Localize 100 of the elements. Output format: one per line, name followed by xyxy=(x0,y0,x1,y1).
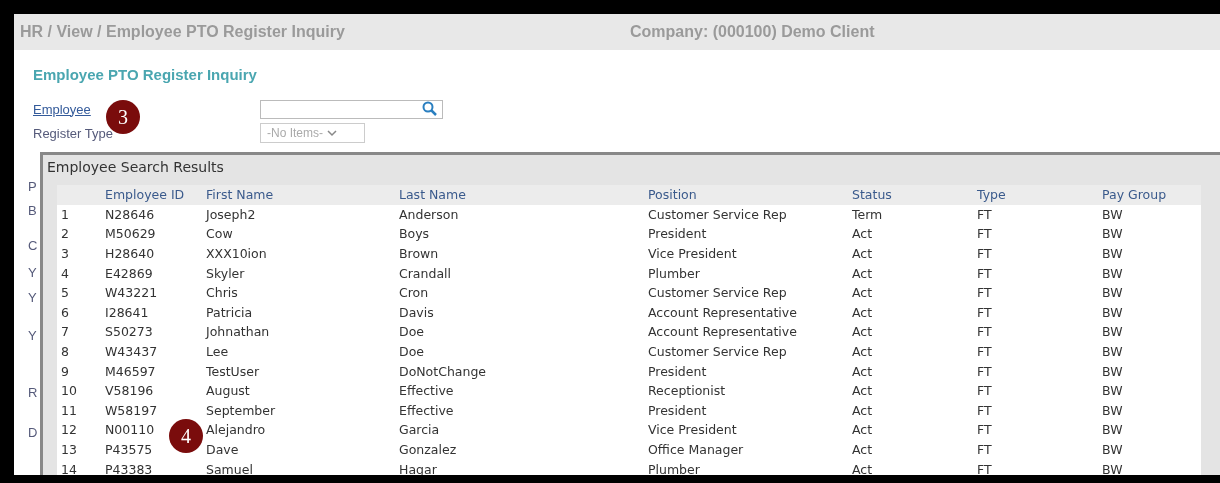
table-cell: FT xyxy=(977,442,992,457)
table-cell: Joseph2 xyxy=(206,206,256,222)
table-cell: W43221 xyxy=(105,285,158,301)
table-cell: FT xyxy=(977,265,992,281)
table-cell: N28646 xyxy=(105,206,155,222)
field-label: P xyxy=(28,179,37,194)
table-cell: Vice President xyxy=(648,246,737,262)
table-cell: August xyxy=(206,383,250,399)
table-cell: Cow xyxy=(206,226,233,242)
column-header[interactable]: Pay Group xyxy=(1102,187,1167,203)
table-cell: Effective xyxy=(399,402,454,418)
table-cell: DoNotChange xyxy=(399,363,487,379)
table-cell: Alejandro xyxy=(206,422,266,438)
table-cell: President xyxy=(648,402,707,418)
table-cell: Davis xyxy=(399,304,434,320)
table-cell: Act xyxy=(852,383,873,399)
table-cell: Skyler xyxy=(206,265,245,281)
table-cell: FT xyxy=(977,344,992,360)
table-cell: Term xyxy=(852,206,883,222)
table-cell: Gonzalez xyxy=(399,442,457,457)
table-cell: BW xyxy=(1102,422,1123,438)
table-cell: Act xyxy=(852,304,873,320)
field-label: Y xyxy=(28,328,37,343)
table-cell: Act xyxy=(852,285,873,301)
table-cell: Cron xyxy=(399,285,429,301)
table-cell: Act xyxy=(852,422,873,438)
table-cell: Garcia xyxy=(399,422,440,438)
table-cell: 4 xyxy=(61,265,69,281)
table-cell: Customer Service Rep xyxy=(648,206,787,222)
table-cell: Office Manager xyxy=(648,442,744,457)
table-cell: BW xyxy=(1102,265,1123,281)
table-cell: President xyxy=(648,363,707,379)
column-header[interactable]: Employee ID xyxy=(105,187,185,203)
table-cell: 8 xyxy=(61,344,69,360)
table-cell: Act xyxy=(852,442,873,457)
table-cell: Act xyxy=(852,461,873,475)
table-cell: BW xyxy=(1102,461,1123,475)
table-cell: Chris xyxy=(206,285,238,301)
table-cell: Act xyxy=(852,402,873,418)
employee-field[interactable] xyxy=(260,99,443,119)
column-header[interactable]: Type xyxy=(977,187,1006,203)
table-cell: 6 xyxy=(61,304,69,320)
table-cell: Crandall xyxy=(399,265,451,281)
table-cell: H28640 xyxy=(105,246,155,262)
column-header[interactable]: Position xyxy=(648,187,697,203)
table-cell: FT xyxy=(977,304,992,320)
table-cell: BW xyxy=(1102,383,1123,399)
table-cell: Act xyxy=(852,246,873,262)
table-cell: Act xyxy=(852,324,873,340)
table-cell: 9 xyxy=(61,363,69,379)
table-cell: XXX10ion xyxy=(206,246,267,262)
table-cell: Account Representative xyxy=(648,304,797,320)
table-cell: M50629 xyxy=(105,226,156,242)
table-cell: Dave xyxy=(206,442,239,457)
table-cell: FT xyxy=(977,324,992,340)
table-cell: P43383 xyxy=(105,461,153,475)
table-cell: Plumber xyxy=(648,265,700,281)
search-icon[interactable] xyxy=(422,101,438,117)
table-cell: 5 xyxy=(61,285,69,301)
table-cell: BW xyxy=(1102,344,1123,360)
table-cell: 14 xyxy=(61,461,77,475)
table-cell: S50273 xyxy=(105,324,153,340)
table-cell: FT xyxy=(977,246,992,262)
table-cell: President xyxy=(648,226,707,242)
table-cell: BW xyxy=(1102,246,1123,262)
table-cell: Effective xyxy=(399,383,454,399)
table-cell: Act xyxy=(852,344,873,360)
table-cell: Act xyxy=(852,363,873,379)
table-cell: BW xyxy=(1102,226,1123,242)
table-cell: FT xyxy=(977,285,992,301)
table-cell: Doe xyxy=(399,344,424,360)
table-cell: W58197 xyxy=(105,402,158,418)
table-cell: TestUser xyxy=(206,363,260,379)
table-cell: BW xyxy=(1102,363,1123,379)
table-cell: BW xyxy=(1102,402,1123,418)
table-cell: Plumber xyxy=(648,461,700,475)
column-header[interactable]: Status xyxy=(852,187,892,203)
table-cell: FT xyxy=(977,402,992,418)
table-cell: N00110 xyxy=(105,422,155,438)
column-header[interactable]: First Name xyxy=(206,187,274,203)
table-cell: FT xyxy=(977,461,992,475)
table-cell: Brown xyxy=(399,246,439,262)
field-label: C xyxy=(28,238,38,253)
table-cell: I28641 xyxy=(105,304,149,320)
dialog-title: Employee Search Results xyxy=(46,158,225,177)
table-cell: BW xyxy=(1102,324,1123,340)
table-cell: Account Representative xyxy=(648,324,797,340)
table-cell: 10 xyxy=(61,383,77,399)
company-name: Company: (000100) Demo Client xyxy=(630,23,875,41)
column-header[interactable]: Last Name xyxy=(399,187,466,203)
table-cell: BW xyxy=(1102,304,1123,320)
table-cell: 1 xyxy=(61,206,69,222)
breadcrumb: HR / View / Employee PTO Register Inquiry xyxy=(20,23,346,41)
table-cell: FT xyxy=(977,363,992,379)
table-cell: Boys xyxy=(399,226,430,242)
table-cell: FT xyxy=(977,422,992,438)
field-label: Y xyxy=(28,290,37,305)
table-cell: FT xyxy=(977,383,992,399)
table-cell: M46597 xyxy=(105,363,156,379)
table-cell: 2 xyxy=(61,226,69,242)
